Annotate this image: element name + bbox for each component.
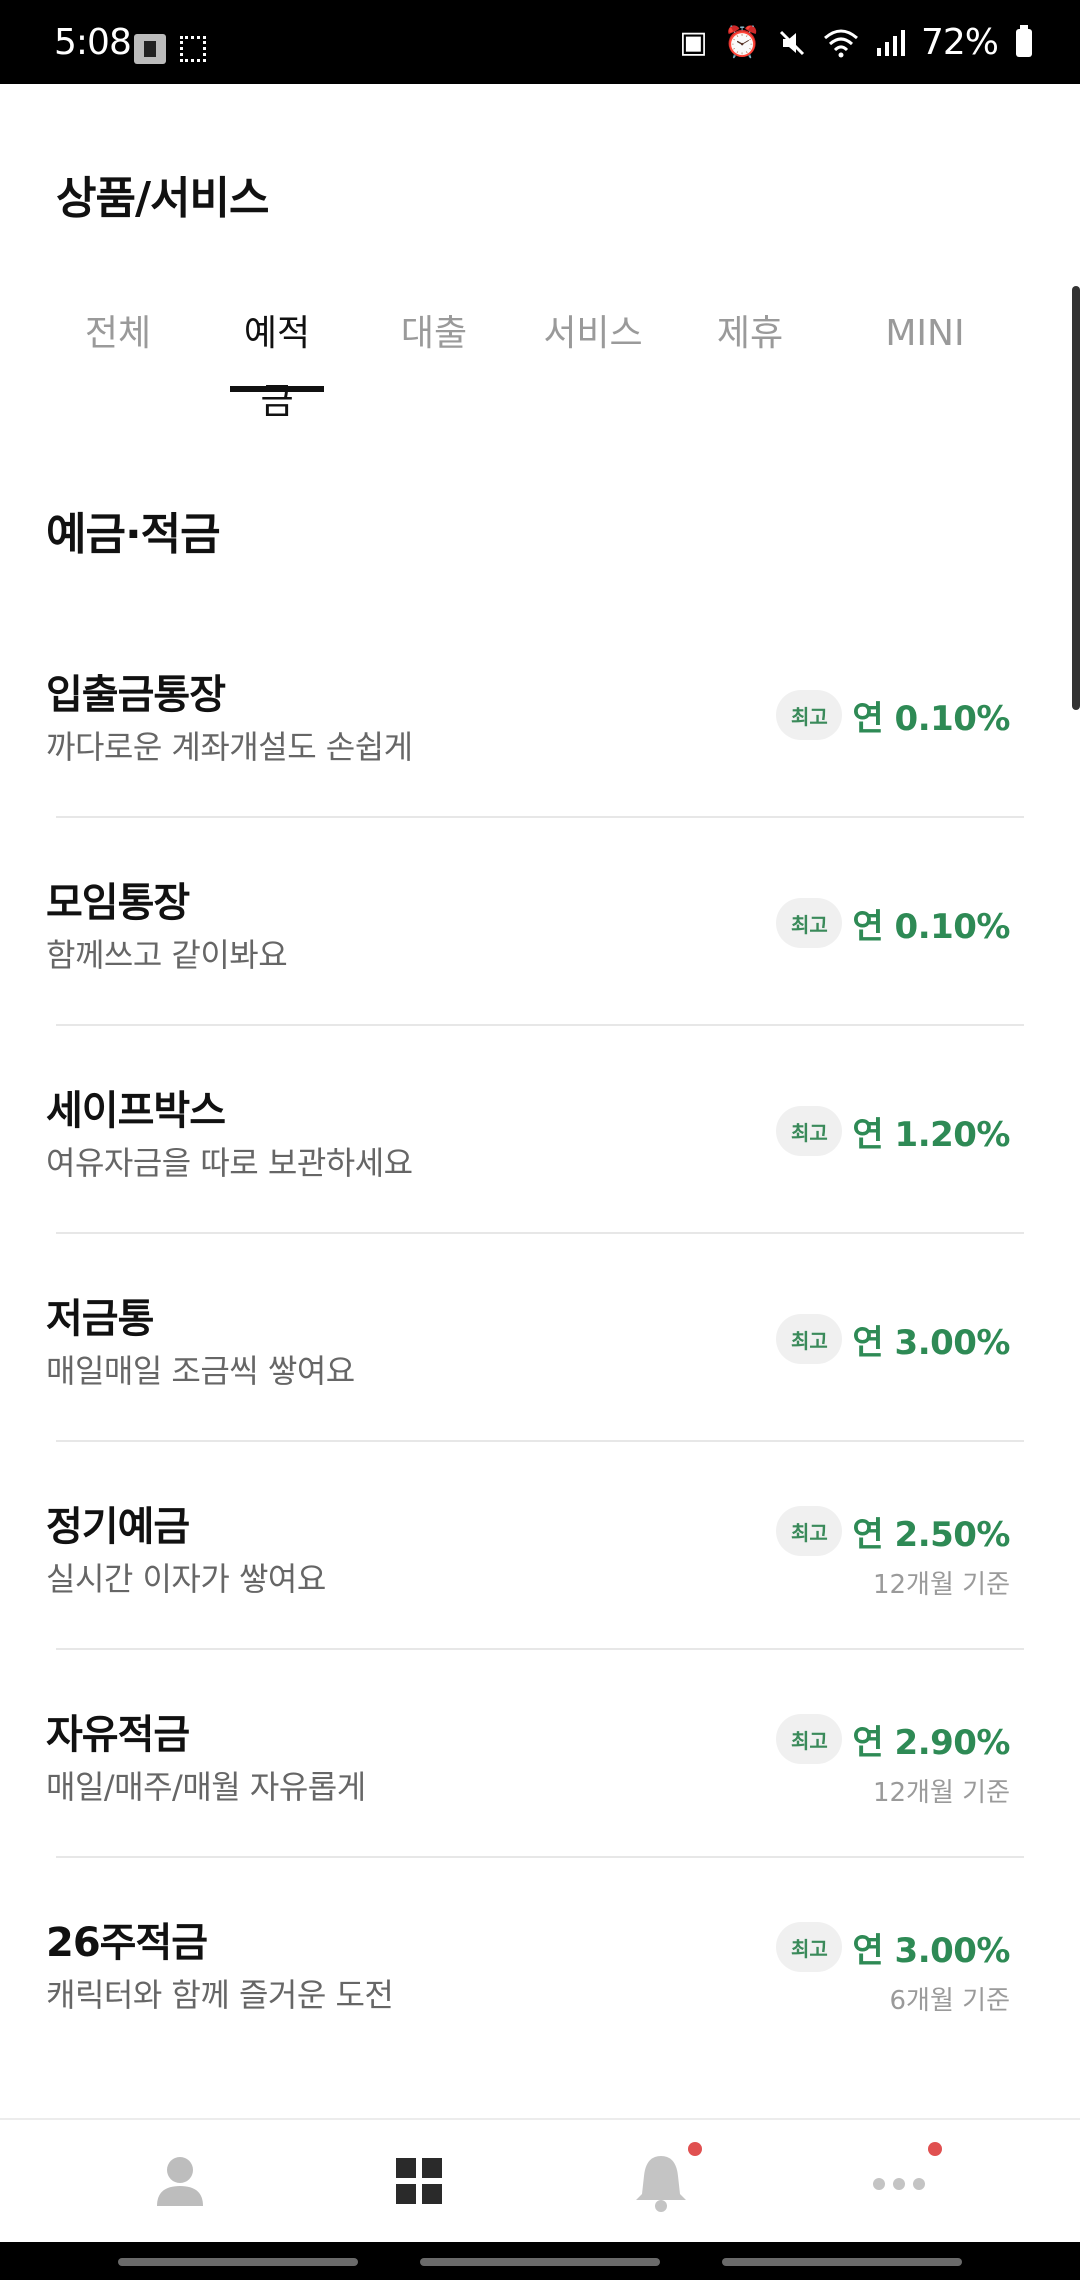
product-name: 입출금통장 — [46, 672, 226, 718]
battery-icon — [1016, 24, 1032, 57]
status-bar: 5:08 ▣ ⏰ 72% — [0, 0, 1080, 84]
system-nav-bar — [0, 2242, 1080, 2280]
interest-rate: 연 0.10% — [852, 698, 1010, 739]
tab-loans[interactable]: 대출 — [394, 300, 474, 392]
product-name: 저금통 — [46, 1296, 154, 1342]
status-time: 5:08 — [54, 22, 132, 63]
home-button[interactable] — [420, 2258, 660, 2266]
product-row[interactable]: 모임통장 함께쓰고 같이봐요 최고 연 0.10% — [0, 818, 1080, 1026]
rate-basis: 12개월 기준 — [872, 1570, 1010, 1600]
product-desc: 매일매일 조금씩 쌓여요 — [46, 1352, 355, 1390]
battery-percent: 72% — [920, 22, 999, 63]
battery-saver-icon: ▣ — [679, 24, 708, 60]
signal-icon — [876, 29, 905, 56]
interest-rate: 연 3.00% — [852, 1322, 1010, 1363]
notification-box-icon — [134, 34, 166, 64]
max-rate-badge: 최고 — [776, 1714, 843, 1764]
back-button[interactable] — [722, 2258, 962, 2266]
product-desc: 여유자금을 따로 보관하세요 — [46, 1144, 413, 1182]
product-row[interactable]: 정기예금 실시간 이자가 쌓여요 최고 연 2.50% 12개월 기준 — [0, 1442, 1080, 1650]
interest-rate: 연 1.20% — [852, 1114, 1010, 1155]
product-name: 세이프박스 — [46, 1088, 226, 1134]
product-row[interactable]: 자유적금 매일/매주/매월 자유롭게 최고 연 2.90% 12개월 기준 — [0, 1650, 1080, 1858]
product-name: 자유적금 — [46, 1712, 190, 1758]
tab-deposits[interactable]: 예적금 — [230, 300, 324, 422]
interest-rate: 연 3.00% — [852, 1930, 1010, 1971]
interest-rate: 연 2.50% — [852, 1514, 1010, 1555]
profile-icon[interactable] — [145, 2146, 215, 2216]
max-rate-badge: 최고 — [776, 898, 843, 948]
active-tab-underline — [230, 386, 324, 392]
tab-partners[interactable]: 제휴 — [710, 300, 790, 392]
interest-rate: 연 2.90% — [852, 1722, 1010, 1763]
more-dots-icon[interactable] — [864, 2142, 942, 2216]
product-name: 26주적금 — [46, 1920, 208, 1966]
tab-deposits-label: 예적금 — [243, 313, 311, 422]
product-name: 모임통장 — [46, 880, 190, 926]
notifications-bell-icon[interactable] — [626, 2142, 702, 2216]
category-tabs: 전체 예적금 대출 서비스 제휴 MINI — [40, 300, 1040, 422]
max-rate-badge: 최고 — [776, 690, 843, 740]
rate-basis: 12개월 기준 — [872, 1778, 1010, 1808]
interest-rate: 연 0.10% — [852, 906, 1010, 947]
product-row[interactable]: 입출금통장 까다로운 계좌개설도 손쉽게 최고 연 0.10% — [0, 610, 1080, 818]
page-title: 상품/서비스 — [56, 173, 269, 224]
product-desc: 캐릭터와 함께 즐거운 도전 — [46, 1976, 394, 2014]
max-rate-badge: 최고 — [776, 1106, 843, 1156]
wifi-icon — [823, 29, 858, 57]
product-row[interactable]: 저금통 매일매일 조금씩 쌓여요 최고 연 3.00% — [0, 1234, 1080, 1442]
product-desc: 함께쓰고 같이봐요 — [46, 936, 288, 974]
notification-dot — [688, 2142, 702, 2156]
product-list: 입출금통장 까다로운 계좌개설도 손쉽게 최고 연 0.10% 모임통장 함께쓰… — [0, 610, 1080, 2066]
section-title: 예금·적금 — [46, 509, 221, 560]
product-name: 정기예금 — [46, 1504, 190, 1550]
products-grid-icon[interactable] — [384, 2146, 454, 2216]
recents-button[interactable] — [118, 2258, 358, 2266]
product-desc: 매일/매주/매월 자유롭게 — [46, 1768, 366, 1806]
alarm-icon: ⏰ — [723, 24, 761, 60]
mute-icon — [779, 30, 805, 55]
more-badge-dot — [928, 2142, 942, 2156]
product-desc: 까다로운 계좌개설도 손쉽게 — [46, 728, 413, 766]
product-row[interactable]: 26주적금 캐릭터와 함께 즐거운 도전 최고 연 3.00% 6개월 기준 — [0, 1858, 1080, 2066]
tab-services[interactable]: 서비스 — [538, 300, 648, 392]
max-rate-badge: 최고 — [776, 1922, 843, 1972]
rate-basis: 6개월 기준 — [889, 1986, 1011, 2016]
tab-mini[interactable]: MINI — [870, 300, 980, 392]
max-rate-badge: 최고 — [776, 1506, 843, 1556]
bottom-nav — [0, 2118, 1080, 2244]
product-row[interactable]: 세이프박스 여유자금을 따로 보관하세요 최고 연 1.20% — [0, 1026, 1080, 1234]
tab-all[interactable]: 전체 — [78, 300, 158, 392]
screenshot-icon — [180, 36, 206, 62]
product-desc: 실시간 이자가 쌓여요 — [46, 1560, 326, 1598]
max-rate-badge: 최고 — [776, 1314, 843, 1364]
